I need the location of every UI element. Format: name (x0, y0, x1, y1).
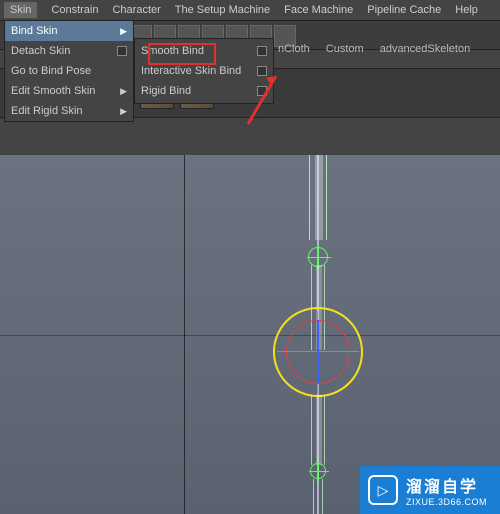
menu-item-bind-skin[interactable]: Bind Skin ▶ (5, 21, 133, 41)
axis-line (317, 320, 319, 384)
menu-face-machine[interactable]: Face Machine (284, 4, 353, 16)
menu-bar: Skin Constrain Character The Setup Machi… (0, 0, 500, 20)
watermark: ▷ 溜溜自学 ZIXUE.3D66.COM (360, 466, 500, 514)
menu-item-smooth-bind[interactable]: Smooth Bind (135, 41, 273, 61)
bind-skin-submenu: Smooth Bind Interactive Skin Bind Rigid … (134, 38, 274, 104)
menu-label: Smooth Bind (141, 45, 204, 57)
menu-setup-machine[interactable]: The Setup Machine (175, 4, 270, 16)
option-box-icon[interactable] (257, 66, 267, 76)
menu-pipeline-cache[interactable]: Pipeline Cache (367, 4, 441, 16)
submenu-arrow-icon: ▶ (120, 86, 127, 97)
menu-item-edit-rigid-skin[interactable]: Edit Rigid Skin ▶ (5, 101, 133, 121)
joint-icon (308, 247, 328, 267)
menu-constrain[interactable]: Constrain (51, 4, 98, 16)
submenu-arrow-icon: ▶ (120, 106, 127, 117)
menu-label: Go to Bind Pose (11, 65, 91, 77)
option-box-icon[interactable] (257, 86, 267, 96)
joint-icon (310, 463, 326, 479)
menu-label: Edit Smooth Skin (11, 85, 95, 97)
viewport[interactable] (0, 155, 500, 514)
menu-label: Interactive Skin Bind (141, 65, 241, 77)
shelf-tab-advskel[interactable]: advancedSkeleton (380, 43, 471, 55)
bone (309, 155, 327, 240)
watermark-title: 溜溜自学 (406, 473, 487, 497)
watermark-sub: ZIXUE.3D66.COM (406, 497, 487, 507)
menu-help[interactable]: Help (455, 4, 478, 16)
menu-character[interactable]: Character (112, 4, 160, 16)
menu-label: Bind Skin (11, 25, 57, 37)
menu-item-goto-bind-pose[interactable]: Go to Bind Pose (5, 61, 133, 81)
option-box-icon[interactable] (117, 46, 127, 56)
menu-skin[interactable]: Skin (4, 2, 37, 18)
option-box-icon[interactable] (257, 46, 267, 56)
submenu-arrow-icon: ▶ (120, 26, 127, 37)
menu-label: Edit Rigid Skin (11, 105, 83, 117)
menu-item-rigid-bind[interactable]: Rigid Bind (135, 81, 273, 101)
skin-menu-dropdown: Bind Skin ▶ Detach Skin Go to Bind Pose … (4, 20, 134, 122)
bone (313, 479, 323, 514)
play-icon: ▷ (368, 475, 398, 505)
shelf-tab-ncloth[interactable]: nCloth (278, 43, 310, 55)
shelf-tabs: nCloth Custom advancedSkeleton (278, 43, 470, 55)
bone (311, 395, 325, 465)
menu-label: Detach Skin (11, 45, 70, 57)
menu-label: Rigid Bind (141, 85, 191, 97)
grid-axis (184, 155, 185, 514)
shelf-tab-custom[interactable]: Custom (326, 43, 364, 55)
menu-item-detach-skin[interactable]: Detach Skin (5, 41, 133, 61)
menu-item-interactive-skin-bind[interactable]: Interactive Skin Bind (135, 61, 273, 81)
menu-item-edit-smooth-skin[interactable]: Edit Smooth Skin ▶ (5, 81, 133, 101)
